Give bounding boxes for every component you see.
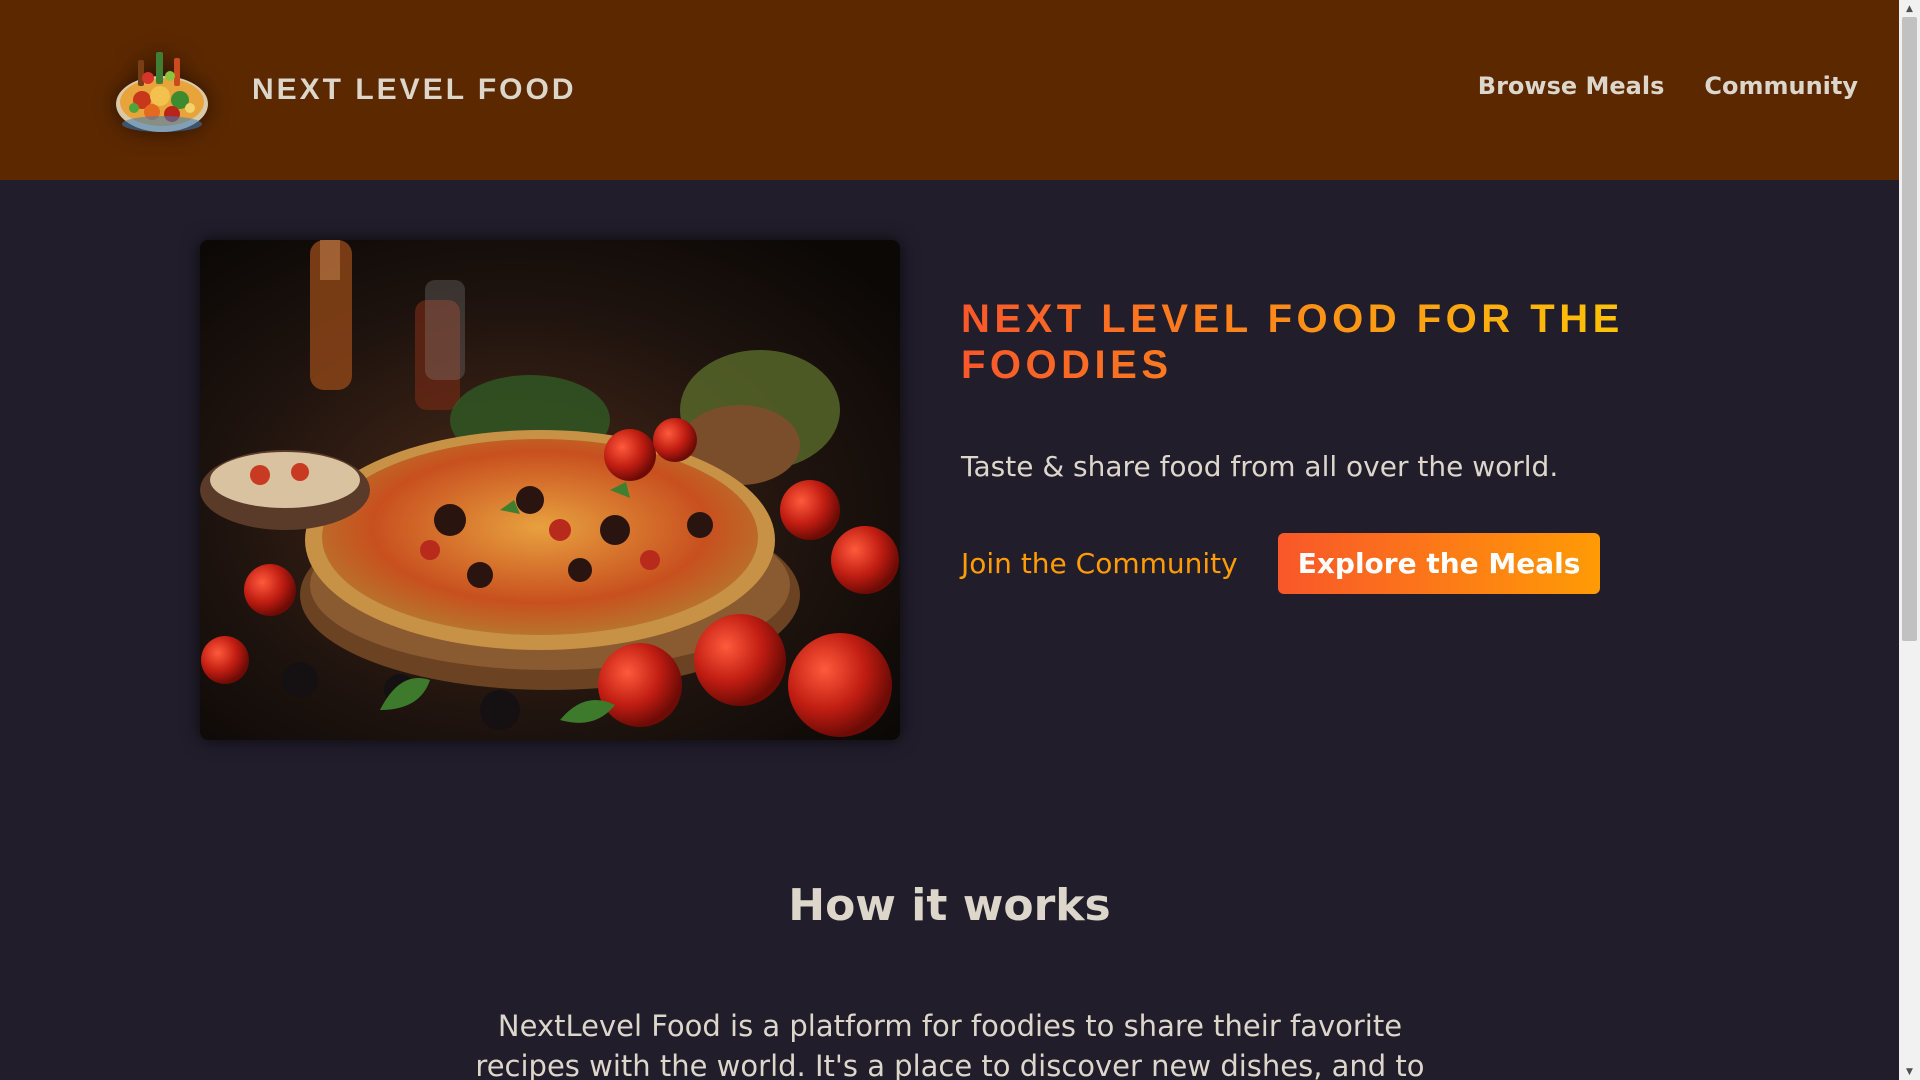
how-it-works-heading: How it works bbox=[788, 880, 1111, 931]
scrollbar-thumb[interactable] bbox=[1902, 17, 1917, 641]
nav-community-link[interactable]: Community bbox=[1704, 72, 1858, 100]
page: NEXT LEVEL FOOD Browse Meals Community N… bbox=[0, 0, 1899, 1080]
join-community-link[interactable]: Join the Community bbox=[961, 547, 1238, 580]
logo-home-link[interactable]: NEXT LEVEL FOOD bbox=[112, 42, 576, 138]
explore-meals-button[interactable]: Explore the Meals bbox=[1277, 533, 1601, 594]
hero-cta-group: Join the Community Explore the Meals bbox=[961, 533, 1661, 594]
chevron-up-icon[interactable]: ▲ bbox=[1899, 0, 1920, 17]
how-it-works-text: NextLevel Food is a platform for foodies… bbox=[475, 1009, 1425, 1080]
logo-text: NEXT LEVEL FOOD bbox=[252, 73, 577, 106]
hero-content: NEXT LEVEL FOOD FOR THE FOODIES Taste & … bbox=[961, 296, 1661, 594]
hero-subtitle: Taste & share food from all over the wor… bbox=[961, 450, 1559, 483]
hero-title: NEXT LEVEL FOOD FOR THE FOODIES bbox=[961, 296, 1661, 388]
chevron-down-icon[interactable]: ▼ bbox=[1899, 1063, 1920, 1080]
main-header: NEXT LEVEL FOOD Browse Meals Community bbox=[0, 0, 1899, 180]
vertical-scrollbar[interactable]: ▲ ▼ bbox=[1899, 0, 1920, 1080]
hero-pizza-image bbox=[200, 240, 900, 740]
nav-browse-meals-link[interactable]: Browse Meals bbox=[1478, 72, 1665, 100]
food-platter-logo-icon bbox=[116, 52, 208, 132]
main-nav: Browse Meals Community bbox=[1478, 72, 1858, 100]
